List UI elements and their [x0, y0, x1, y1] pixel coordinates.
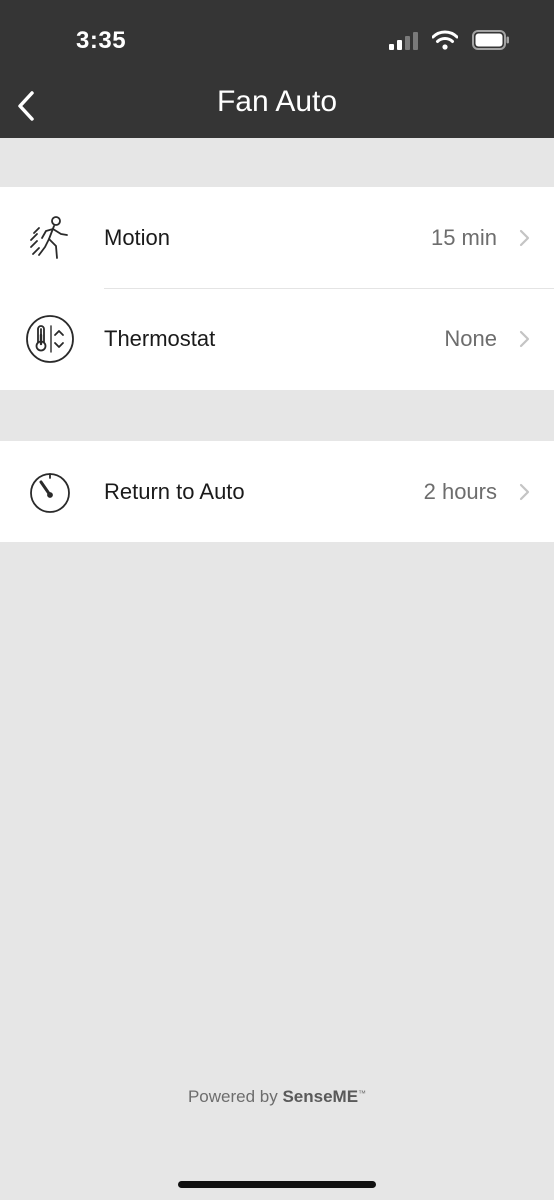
chevron-right-icon: [518, 329, 532, 349]
status-icons: [389, 30, 510, 50]
timer-dial-icon: [24, 466, 76, 518]
footer-powered-by: Powered by SenseME™: [0, 1087, 554, 1107]
cellular-signal-icon: [389, 30, 418, 50]
chevron-right-icon: [518, 482, 532, 502]
wifi-icon: [432, 30, 458, 50]
header: 3:35 Fan Auto: [0, 0, 554, 138]
chevron-right-icon: [518, 228, 532, 248]
row-thermostat-label: Thermostat: [104, 325, 216, 351]
footer-brand: SenseME: [282, 1087, 359, 1106]
motion-walking-person-icon: [24, 212, 76, 264]
row-thermostat[interactable]: Thermostat None: [0, 288, 554, 389]
footer-trademark: ™: [358, 1089, 367, 1098]
settings-group-return: Return to Auto 2 hours: [0, 441, 554, 542]
row-thermostat-value: None: [444, 325, 497, 351]
home-indicator[interactable]: [178, 1181, 376, 1188]
row-return-to-auto[interactable]: Return to Auto 2 hours: [0, 441, 554, 542]
footer-prefix: Powered by: [187, 1087, 278, 1106]
status-time: 3:35: [76, 27, 127, 54]
row-motion-label: Motion: [104, 224, 171, 250]
battery-icon: [472, 30, 509, 50]
row-motion[interactable]: Motion 15 min: [0, 187, 554, 288]
row-return-to-auto-label: Return to Auto: [104, 478, 245, 504]
row-motion-value: 15 min: [430, 224, 497, 250]
screen: 3:35 Fan Auto Motion 15 min Thermostat N…: [0, 0, 554, 1200]
page-title: Fan Auto: [216, 85, 338, 118]
row-return-to-auto-value: 2 hours: [423, 478, 497, 504]
settings-group-sensors: Motion 15 min Thermostat None: [0, 187, 554, 390]
thermostat-icon: [24, 313, 76, 365]
